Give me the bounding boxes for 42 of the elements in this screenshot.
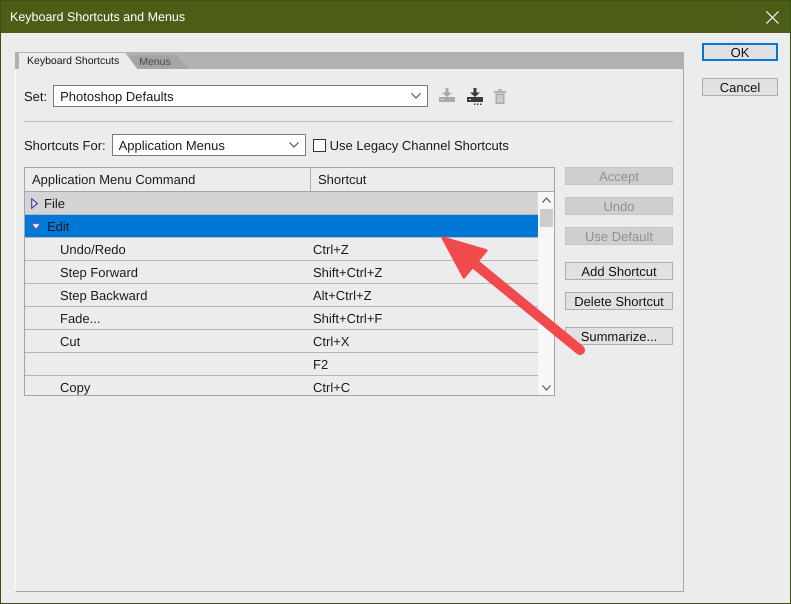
action-button[interactable]: Delete Shortcut: [565, 292, 673, 310]
dialog-button[interactable]: OK: [702, 43, 778, 61]
action-button[interactable]: Add Shortcut: [565, 262, 673, 280]
table-cell: Ctrl+X: [313, 334, 350, 348]
triangle-down-icon[interactable]: [31, 222, 41, 230]
table-cell-text: Fade...: [59, 310, 102, 326]
menu-group-label: File: [44, 196, 65, 210]
table-cell-text: Undo/Redo: [59, 242, 127, 256]
set-label: Set:: [24, 88, 48, 104]
close-icon: [766, 10, 778, 24]
table-cell-text: Copy: [59, 380, 92, 394]
shortcuts-for-label: Shortcuts For:: [24, 138, 106, 152]
window-title: Keyboard Shortcuts and Menus: [10, 10, 186, 24]
set-dropdown[interactable]: Photoshop Defaults: [53, 85, 428, 107]
column-header: Application Menu Command: [25, 168, 311, 191]
menu-group-row[interactable]: Edit: [25, 215, 538, 238]
shortcuts-for-dropdown[interactable]: Application Menus: [112, 134, 306, 156]
column-header: Shortcut: [317, 171, 368, 189]
chevron-down-icon: [411, 93, 422, 99]
checkbox[interactable]: [312, 138, 326, 152]
table-cell-text: Step Forward: [59, 264, 140, 280]
table-cell: Shift+Ctrl+F: [313, 310, 382, 326]
dialog-button[interactable]: Cancel: [702, 78, 778, 96]
triangle-right-icon[interactable]: [31, 198, 38, 208]
checkbox-label: Use Legacy Channel Shortcuts: [330, 138, 509, 152]
table-cell: Alt+Ctrl+Z: [313, 288, 372, 302]
table-cell: Ctrl+Z: [313, 242, 349, 256]
action-button[interactable]: Summarize...: [565, 327, 673, 345]
save-tray-icon[interactable]: [466, 88, 484, 104]
table-cell: F2: [313, 356, 328, 372]
scroll-up-icon[interactable]: [542, 197, 550, 203]
tab[interactable]: Keyboard Shortcuts: [19, 53, 138, 69]
scroll-down-icon[interactable]: [542, 385, 550, 391]
table-cell: Shift+Ctrl+Z: [313, 264, 382, 280]
chevron-down-icon: [288, 142, 299, 148]
table-cell-text: Cut: [59, 334, 82, 348]
table-cell-text: Step Backward: [59, 288, 148, 302]
table-cell: Ctrl+C: [313, 380, 350, 394]
menu-group-row[interactable]: File: [25, 192, 538, 215]
menu-group-label: Edit: [47, 218, 70, 234]
scrollbar-thumb[interactable]: [540, 209, 552, 227]
tab[interactable]: Menus: [131, 55, 189, 69]
